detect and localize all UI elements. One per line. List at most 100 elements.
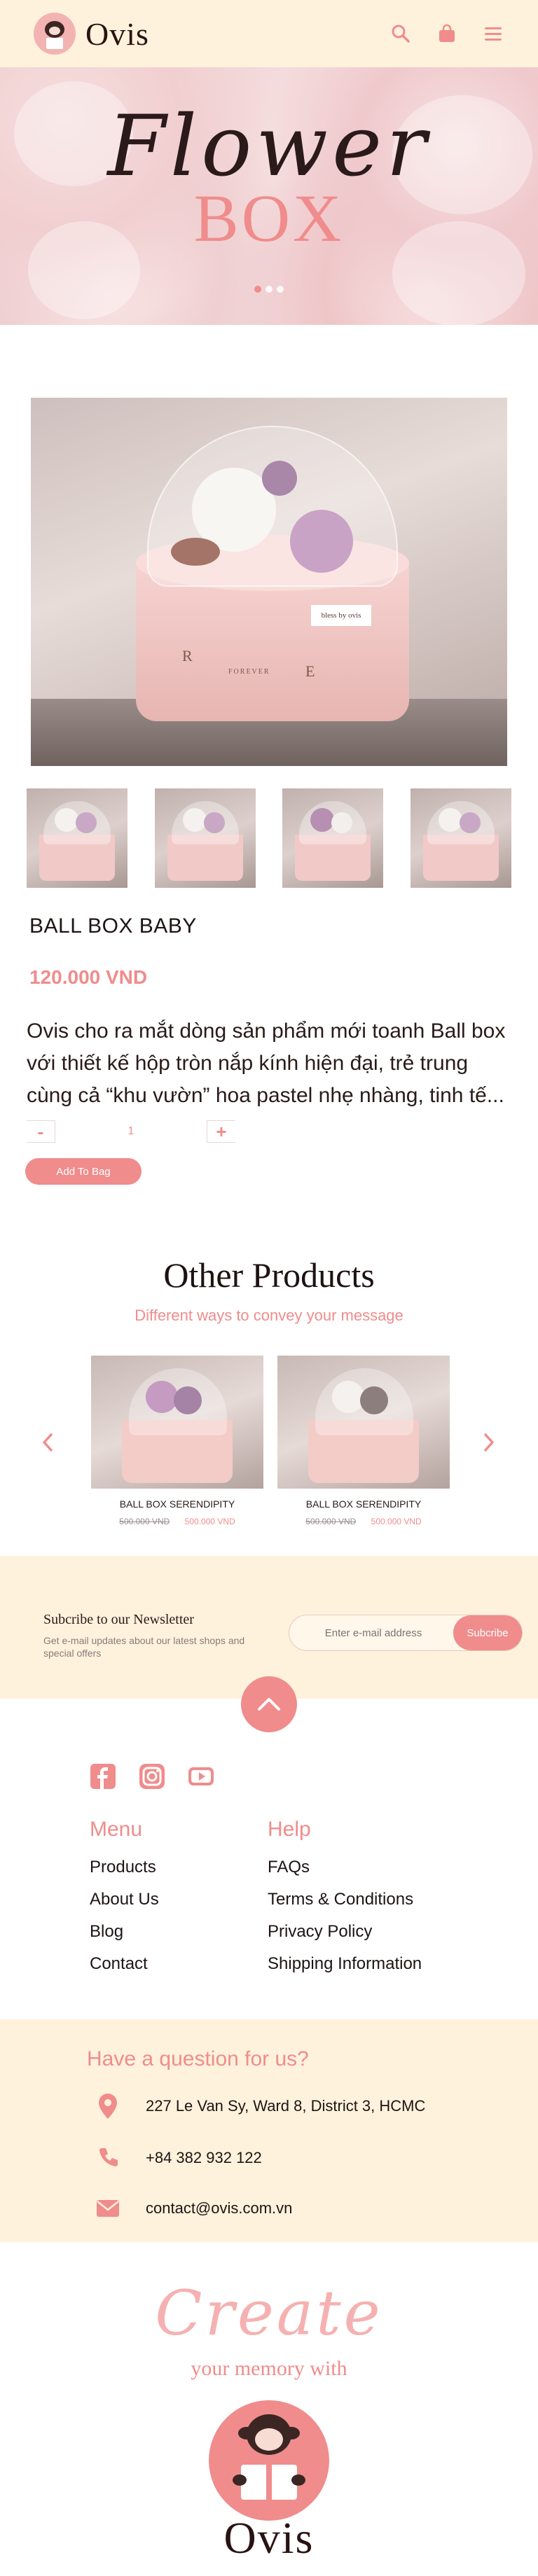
add-to-bag-button[interactable]: Add To Bag: [25, 1158, 142, 1185]
contact-section: Have a question for us? 227 Le Van Sy, W…: [0, 2019, 538, 2242]
carousel-dot[interactable]: [277, 286, 284, 293]
product-thumbnail[interactable]: [410, 788, 511, 888]
product-card-image[interactable]: [277, 1356, 450, 1489]
flower-decoration: [171, 538, 220, 566]
header-actions: [389, 22, 504, 45]
card-flower: [332, 1381, 364, 1413]
contact-email-row: contact@ovis.com.vn: [94, 2194, 292, 2222]
other-products-title: Other Products: [163, 1255, 375, 1295]
sheep-face: [255, 2428, 283, 2451]
chevron-left-icon: [43, 1433, 53, 1451]
facebook-icon[interactable]: [88, 1762, 118, 1791]
menu-icon[interactable]: [482, 22, 504, 45]
product-thumbnail[interactable]: [27, 788, 127, 888]
chevron-up-icon: [258, 1698, 280, 1711]
carousel-dot[interactable]: [265, 286, 273, 293]
contact-title: Have a question for us?: [87, 2047, 309, 2070]
product-card[interactable]: BALL BOX SERENDIPITY 500.000 VND 500.000…: [277, 1356, 450, 1526]
product-thumbnails: [27, 788, 511, 888]
product-price: 120.000 VND: [29, 966, 148, 988]
bag-icon[interactable]: [436, 22, 458, 45]
subscribe-button[interactable]: Subcribe: [453, 1615, 522, 1650]
new-price: 500.000 VND: [184, 1517, 235, 1526]
hero-box-title: BOX: [193, 181, 345, 256]
product-thumbnail[interactable]: [154, 788, 256, 888]
thumb-flower: [76, 812, 97, 833]
thumb-flower: [459, 812, 481, 833]
contact-phone-row: +84 382 932 122: [94, 2144, 262, 2172]
footer-link-shipping[interactable]: Shipping Information: [268, 1948, 422, 1980]
newsletter-subtitle: Get e-mail updates about our latest shop…: [43, 1635, 245, 1659]
carousel-prev-button[interactable]: [36, 1428, 59, 1456]
hero-banner[interactable]: Flower BOX: [0, 67, 538, 325]
flower-decoration: [290, 510, 353, 573]
carousel-dot[interactable]: [254, 286, 261, 293]
footer-link-privacy[interactable]: Privacy Policy: [268, 1916, 422, 1948]
product-card-image[interactable]: [91, 1356, 263, 1489]
quantity-input[interactable]: [55, 1120, 207, 1143]
carousel-dots: [0, 286, 538, 293]
contact-address: 227 Le Van Sy, Ward 8, District 3, HCMC: [146, 2097, 426, 2115]
newsletter-form: Subcribe: [289, 1615, 523, 1651]
social-links: [88, 1762, 216, 1791]
mail-icon: [94, 2194, 122, 2222]
chevron-right-icon: [484, 1433, 494, 1451]
carousel-next-button[interactable]: [478, 1428, 500, 1456]
decrease-quantity-button[interactable]: -: [27, 1120, 55, 1143]
brand-logo[interactable]: [34, 13, 76, 55]
product-name: BALL BOX BABY: [29, 914, 197, 938]
product-main-image[interactable]: bless by ovis R FOREVER E: [31, 398, 507, 766]
increase-quantity-button[interactable]: +: [207, 1120, 235, 1143]
quantity-stepper: - +: [27, 1120, 235, 1143]
box-letter: E: [305, 662, 315, 680]
youtube-icon[interactable]: [186, 1762, 216, 1791]
contact-phone[interactable]: +84 382 932 122: [146, 2149, 262, 2167]
product-card-name[interactable]: BALL BOX SERENDIPITY: [277, 1498, 450, 1510]
thumb-flower: [55, 808, 78, 832]
old-price: 500.000 VND: [119, 1517, 170, 1526]
box-word: FOREVER: [228, 668, 270, 676]
thumb-flower: [203, 812, 225, 833]
product-card[interactable]: BALL BOX SERENDIPITY 500.000 VND 500.000…: [91, 1356, 263, 1526]
footer-link-about-us[interactable]: About Us: [90, 1884, 159, 1916]
create-script-text: Create: [155, 2277, 383, 2349]
instagram-icon[interactable]: [137, 1762, 167, 1791]
tagline-text: your memory with: [191, 2357, 347, 2380]
header: Ovis: [0, 0, 538, 67]
card-flower: [360, 1386, 388, 1414]
footer-menu-column: Menu Products About Us Blog Contact: [90, 1818, 159, 1980]
sheep-ear: [238, 2427, 255, 2439]
sheep-hand: [233, 2474, 247, 2486]
footer-link-contact[interactable]: Contact: [90, 1948, 159, 1980]
sheep-face: [49, 27, 60, 35]
thumb-flower: [438, 808, 462, 832]
contact-email[interactable]: contact@ovis.com.vn: [146, 2199, 292, 2218]
box-letter: R: [182, 647, 193, 664]
old-price: 500.000 VND: [305, 1517, 357, 1526]
footer-help-column: Help FAQs Terms & Conditions Privacy Pol…: [268, 1818, 422, 1980]
brand-wordmark: Ovis: [223, 2513, 315, 2563]
flower-decoration: [262, 461, 297, 496]
card-flower: [146, 1381, 178, 1413]
footer-help-heading: Help: [268, 1818, 311, 1841]
product-thumbnail[interactable]: [282, 788, 384, 888]
product-card-prices: 500.000 VND 500.000 VND: [277, 1517, 450, 1526]
product-description: Ovis cho ra mắt dòng sản phẩm mới toanh …: [27, 1019, 506, 1107]
footer-link-faqs[interactable]: FAQs: [268, 1851, 422, 1884]
footer-link-products[interactable]: Products: [90, 1851, 159, 1884]
scroll-to-top-button[interactable]: [241, 1676, 297, 1732]
gift-box: [46, 38, 63, 49]
search-icon[interactable]: [389, 22, 412, 45]
email-field[interactable]: [289, 1615, 457, 1650]
footer-link-blog[interactable]: Blog: [90, 1916, 159, 1948]
product-card-name[interactable]: BALL BOX SERENDIPITY: [91, 1498, 263, 1510]
brand-name[interactable]: Ovis: [85, 15, 149, 53]
sheep-hand: [291, 2474, 305, 2486]
thumb-flower: [182, 808, 207, 832]
footer-link-terms[interactable]: Terms & Conditions: [268, 1884, 422, 1916]
contact-address-row: 227 Le Van Sy, Ward 8, District 3, HCMC: [94, 2092, 425, 2120]
new-price: 500.000 VND: [371, 1517, 422, 1526]
other-products-subtitle: Different ways to convey your message: [134, 1307, 404, 1324]
footer-menu-heading: Menu: [90, 1818, 143, 1841]
newsletter-title: Subcribe to our Newsletter: [43, 1612, 194, 1627]
